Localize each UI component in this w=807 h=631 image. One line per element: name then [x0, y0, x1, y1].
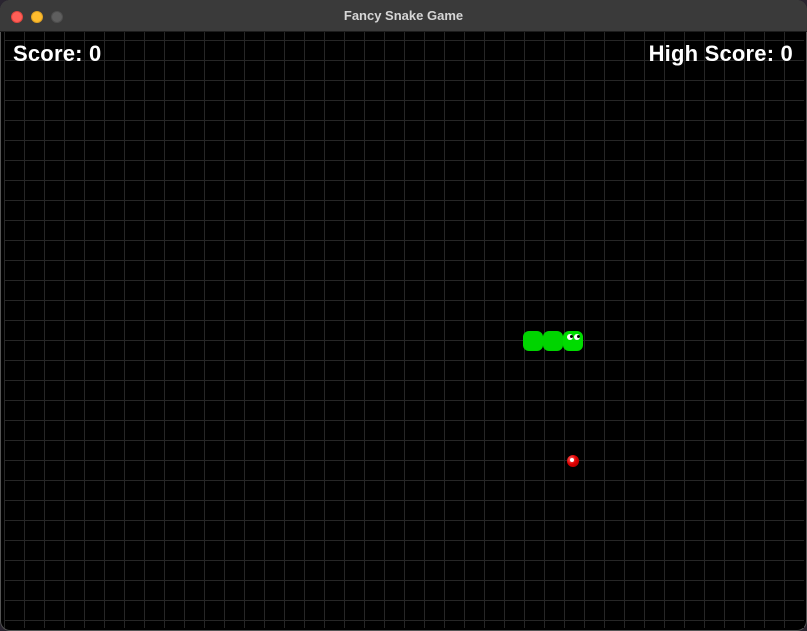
- snake-body-segment: [523, 331, 543, 351]
- snake-eye-icon: [567, 334, 573, 340]
- title-bar[interactable]: Fancy Snake Game: [0, 0, 807, 32]
- high-score-display: High Score: 0: [648, 41, 793, 66]
- apple-icon: [567, 455, 579, 467]
- snake-head: [563, 331, 583, 351]
- game-board[interactable]: Score: 0 High Score: 0: [4, 32, 804, 628]
- score-display: Score: 0: [13, 41, 102, 66]
- snake-eye-icon: [574, 334, 580, 340]
- snake-body-segment: [543, 331, 563, 351]
- game-window: Fancy Snake Game Score: 0 High Score: 0: [0, 0, 807, 631]
- window-title: Fancy Snake Game: [343, 8, 464, 23]
